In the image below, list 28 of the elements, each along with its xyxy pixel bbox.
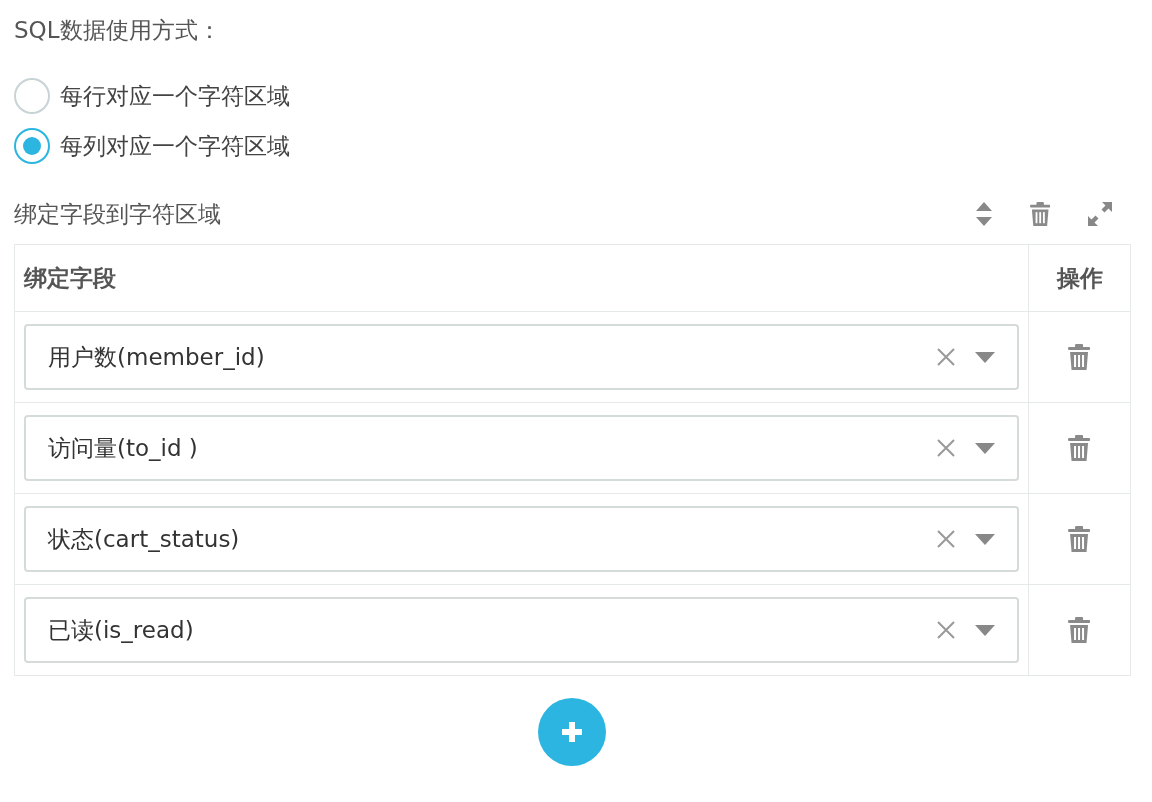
radio-label: 每列对应一个字符区域	[60, 131, 290, 161]
field-select[interactable]: 用户数(member_id)	[24, 324, 1019, 390]
field-select[interactable]: 状态(cart_status)	[24, 506, 1019, 572]
section-label: 绑定字段到字符区域	[14, 199, 222, 229]
radio-button[interactable]	[14, 78, 50, 114]
clear-icon[interactable]	[937, 621, 955, 639]
expand-icon[interactable]	[1088, 202, 1112, 226]
trash-icon[interactable]	[1068, 526, 1091, 552]
column-header: 操作	[1056, 264, 1103, 293]
column-header: 绑定字段	[24, 264, 116, 293]
radio-button[interactable]	[14, 128, 50, 164]
clear-icon[interactable]	[937, 530, 955, 548]
plus-icon	[562, 722, 582, 742]
clear-icon[interactable]	[937, 439, 955, 457]
caret-icon[interactable]	[975, 624, 995, 636]
caret-icon[interactable]	[975, 442, 995, 454]
field-select[interactable]: 访问量(to_id )	[24, 415, 1019, 481]
caret-icon[interactable]	[975, 351, 995, 363]
sort-icon[interactable]	[975, 202, 992, 226]
trash-icon[interactable]	[1068, 344, 1091, 370]
trash-icon[interactable]	[1068, 617, 1091, 643]
clear-icon[interactable]	[937, 348, 955, 366]
radio-label: 每行对应一个字符区域	[60, 81, 290, 111]
caret-icon[interactable]	[975, 533, 995, 545]
trash-icon[interactable]	[1068, 435, 1091, 461]
field-select[interactable]: 已读(is_read)	[24, 597, 1019, 663]
section-label: SQL数据使用方式：	[14, 16, 222, 45]
trash-icon[interactable]	[1029, 202, 1050, 226]
